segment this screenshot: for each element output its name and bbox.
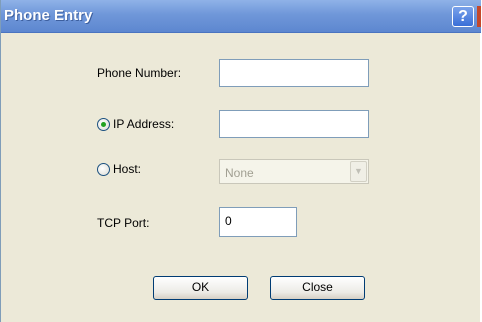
ip-address-input[interactable] <box>219 110 369 138</box>
host-select-value: None <box>225 166 254 180</box>
host-label: Host: <box>113 162 142 176</box>
radio-selected-dot <box>101 122 106 127</box>
ok-button[interactable]: OK <box>153 276 248 300</box>
phone-number-input[interactable] <box>219 59 369 87</box>
close-button-edge[interactable] <box>477 6 481 27</box>
host-select: None ▼ <box>219 159 369 184</box>
host-radio[interactable] <box>97 163 110 176</box>
phone-entry-dialog: Phone Entry ? Phone Number: IP Address: … <box>0 0 481 322</box>
close-button[interactable]: Close <box>270 276 365 300</box>
phone-number-label: Phone Number: <box>97 66 182 80</box>
tcp-port-input[interactable]: 0 <box>219 207 297 237</box>
ip-address-label: IP Address: <box>113 117 175 131</box>
chevron-down-icon: ▼ <box>350 161 367 182</box>
ip-address-radio[interactable] <box>97 118 110 131</box>
title-bar[interactable]: Phone Entry ? <box>1 0 481 33</box>
help-button[interactable]: ? <box>452 6 474 27</box>
dialog-title: Phone Entry <box>4 7 93 24</box>
tcp-port-label: TCP Port: <box>97 216 150 230</box>
